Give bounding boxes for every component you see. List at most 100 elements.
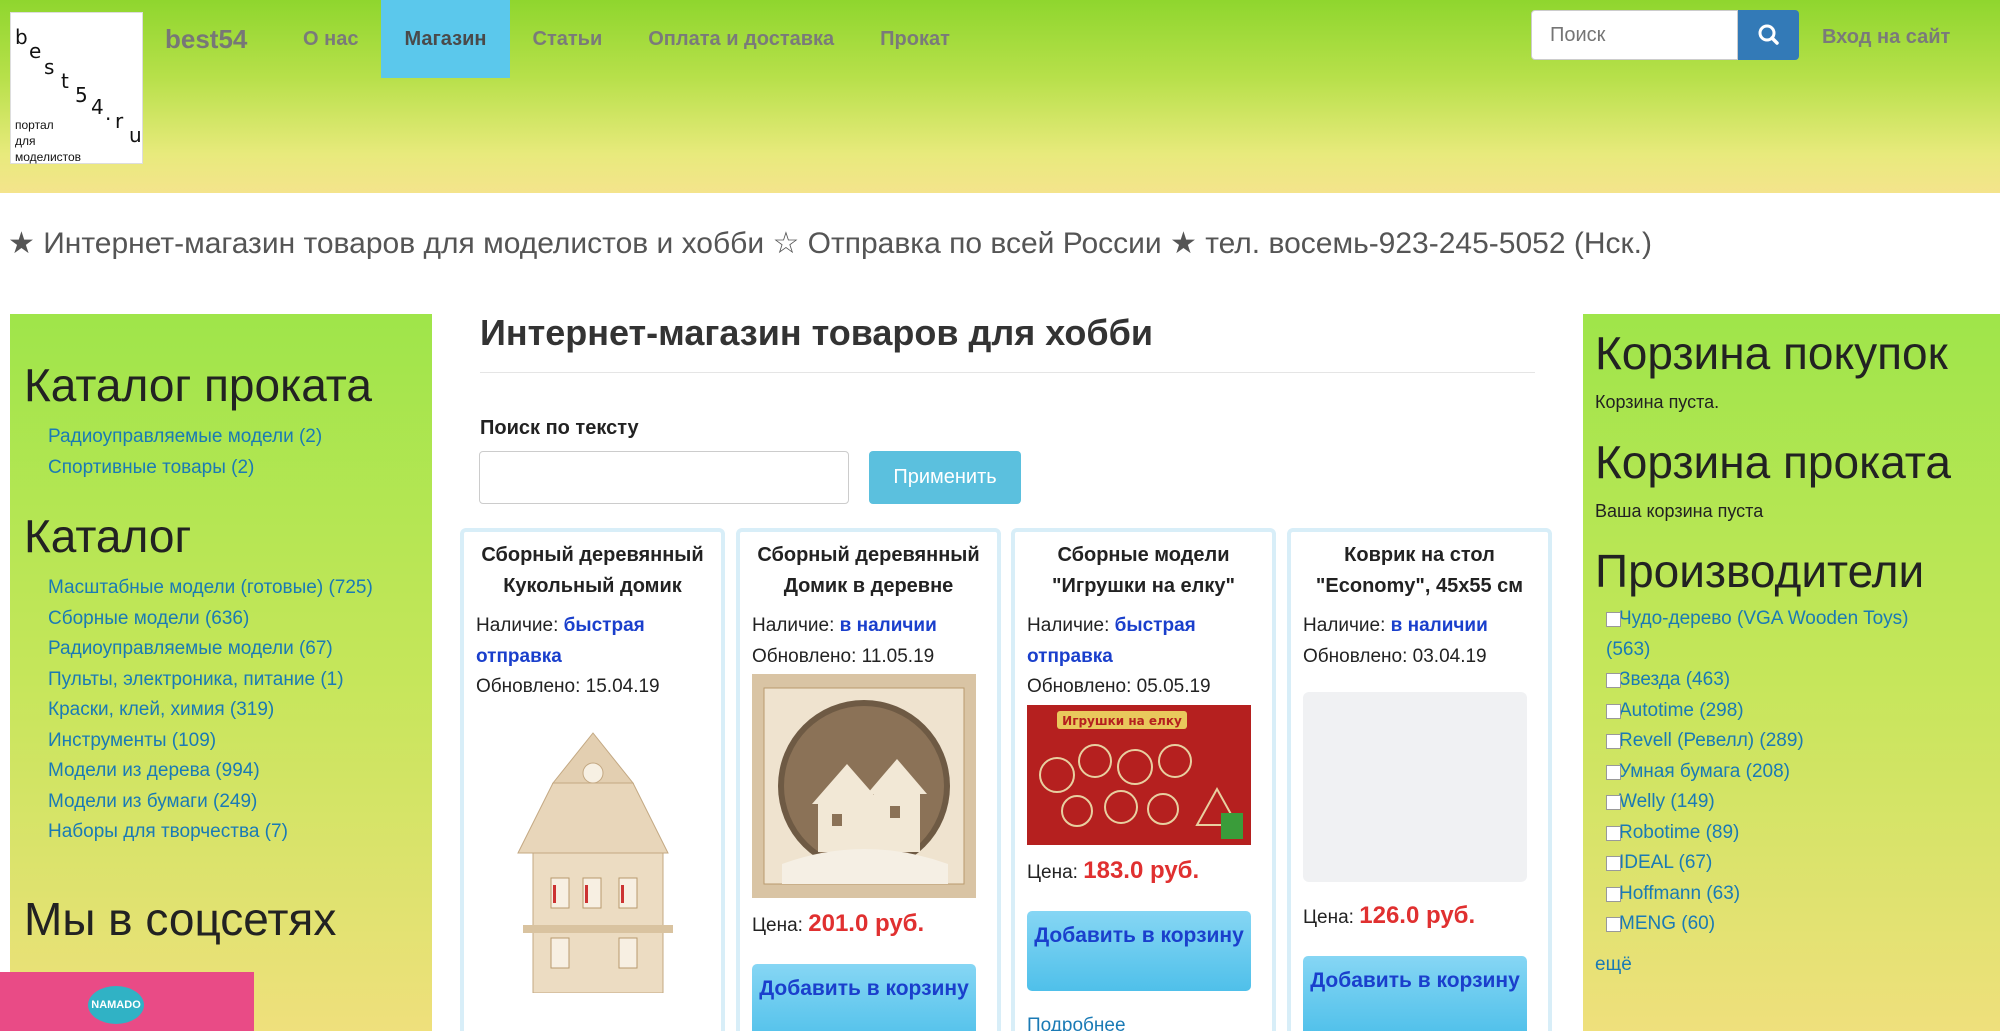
product-card: Сборные модели "Игрушки на елку" Наличие… bbox=[1011, 528, 1276, 1031]
product-image-tree-toys[interactable]: Игрушки на елку bbox=[1027, 704, 1251, 845]
nav-item-articles[interactable]: Статьи bbox=[510, 0, 626, 78]
manufacturer-item[interactable]: Чудо-дерево (VGA Wooden Toys) bbox=[1595, 604, 1988, 635]
brand-link[interactable]: best54 bbox=[165, 24, 247, 55]
product-title[interactable]: Коврик на стол "Economy", 45х55 см bbox=[1303, 540, 1536, 601]
rental-catalog-heading: Каталог проката bbox=[24, 359, 372, 411]
catalog-item[interactable]: Сборные модели (636) bbox=[24, 604, 418, 635]
price-value: 183.0 руб. bbox=[1083, 856, 1200, 884]
product-image-village-house[interactable] bbox=[752, 674, 976, 898]
logo-char: . bbox=[105, 101, 112, 125]
manufacturer-item[interactable]: IDEAL (67) bbox=[1595, 848, 1988, 879]
updated-line: Обновлено: 15.04.19 bbox=[476, 672, 709, 703]
manufacturers-heading: Производители bbox=[1595, 545, 1925, 597]
availability-label: Наличие: bbox=[1303, 615, 1386, 636]
price-label: Цена: bbox=[1027, 861, 1078, 883]
product-image-label: Игрушки на елку bbox=[1062, 714, 1182, 728]
catalog-list: Масштабные модели (готовые) (725) Сборны… bbox=[24, 573, 418, 848]
cart-heading: Корзина покупок bbox=[1595, 327, 1948, 379]
updated-line: Обновлено: 05.05.19 bbox=[1027, 672, 1260, 703]
search-input[interactable] bbox=[1531, 10, 1738, 60]
availability-label: Наличие: bbox=[1027, 615, 1110, 636]
manufacturer-checkbox[interactable] bbox=[1606, 673, 1621, 688]
text-search-label: Поиск по тексту bbox=[480, 417, 639, 439]
search-button[interactable] bbox=[1738, 10, 1799, 60]
search-icon bbox=[1758, 24, 1779, 45]
nav-item-rental[interactable]: Прокат bbox=[857, 0, 973, 78]
logo-char: r bbox=[115, 109, 124, 133]
product-title[interactable]: Сборный деревянный Кукольный домик bbox=[476, 540, 709, 601]
price-label: Цена: bbox=[1303, 907, 1354, 928]
catalog-item[interactable]: Модели из дерева (994) bbox=[24, 756, 418, 787]
logo-char: t bbox=[61, 69, 69, 93]
product-card: Коврик на стол "Economy", 45х55 см Налич… bbox=[1287, 528, 1552, 1031]
manufacturer-item[interactable]: Hoffmann (63) bbox=[1595, 879, 1988, 910]
catalog-item[interactable]: Краски, клей, химия (319) bbox=[24, 695, 418, 726]
catalog-item[interactable]: Пульты, электроника, питание (1) bbox=[24, 665, 418, 696]
manufacturer-item[interactable]: MENG (60) bbox=[1595, 909, 1988, 940]
price-value: 126.0 руб. bbox=[1359, 902, 1476, 929]
rental-cart-status: Ваша корзина пуста bbox=[1595, 501, 1764, 521]
manufacturer-checkbox[interactable] bbox=[1606, 795, 1621, 810]
apply-button[interactable]: Применить bbox=[869, 451, 1021, 504]
product-image-desk-mat[interactable] bbox=[1303, 692, 1527, 882]
manufacturer-checkbox[interactable] bbox=[1606, 856, 1621, 871]
add-to-cart-button[interactable]: Добавить в корзину bbox=[1027, 910, 1251, 991]
manufacturers-list: Чудо-дерево (VGA Wooden Toys) (563) Звез… bbox=[1595, 604, 1988, 940]
product-title[interactable]: Сборные модели "Игрушки на елку" bbox=[1027, 540, 1260, 601]
product-image-dollhouse[interactable] bbox=[482, 712, 703, 993]
nav-item-payment-delivery[interactable]: Оплата и доставка bbox=[625, 0, 857, 78]
availability-value: в наличии bbox=[1390, 615, 1488, 636]
details-link[interactable]: Подробнее bbox=[1027, 1015, 1260, 1031]
nav-item-shop[interactable]: Магазин bbox=[381, 0, 510, 78]
updated-date: 15.04.19 bbox=[585, 676, 660, 697]
left-sidebar: Каталог проката Радиоуправляемые модели … bbox=[10, 314, 432, 1031]
page-title: Интернет-магазин товаров для хобби bbox=[480, 312, 1153, 353]
add-to-cart-button[interactable]: Добавить в корзину bbox=[752, 964, 976, 1031]
site-logo[interactable]: b e s t 5 4 . r u портал для моделистов bbox=[10, 12, 143, 164]
manufacturer-checkbox[interactable] bbox=[1606, 734, 1621, 749]
price-value: 201.0 руб. bbox=[808, 910, 925, 937]
manufacturer-item[interactable]: Autotime (298) bbox=[1595, 696, 1988, 727]
text-search-input[interactable] bbox=[479, 451, 849, 504]
manufacturer-item[interactable]: Звезда (463) bbox=[1595, 665, 1988, 696]
updated-label: Обновлено: bbox=[476, 676, 581, 697]
updated-label: Обновлено: bbox=[1027, 676, 1132, 697]
logo-char: s bbox=[44, 55, 55, 79]
updated-date: 05.05.19 bbox=[1136, 676, 1211, 697]
login-link[interactable]: Вход на сайт bbox=[1822, 26, 1950, 49]
availability-line: Наличие: быстрая отправка bbox=[1027, 611, 1260, 672]
updated-label: Обновлено: bbox=[752, 645, 857, 667]
manufacturer-checkbox[interactable] bbox=[1606, 886, 1621, 902]
manufacturer-checkbox[interactable] bbox=[1606, 703, 1621, 719]
updated-label: Обновлено: bbox=[1303, 645, 1408, 667]
logo-text: для bbox=[15, 134, 36, 148]
manufacturer-checkbox[interactable] bbox=[1606, 825, 1621, 841]
catalog-item[interactable]: Масштабные модели (готовые) (725) bbox=[24, 573, 418, 604]
manufacturer-checkbox[interactable] bbox=[1606, 764, 1621, 780]
logo-char: b bbox=[15, 25, 28, 49]
social-heading: Мы в соцсетях bbox=[24, 892, 337, 945]
rental-catalog-item[interactable]: Радиоуправляемые модели (2) bbox=[24, 422, 418, 453]
manufacturer-item[interactable]: Robotime (89) bbox=[1595, 818, 1988, 849]
availability-line: Наличие: быстрая отправка bbox=[476, 611, 709, 672]
manufacturer-checkbox[interactable] bbox=[1606, 917, 1621, 932]
manufacturer-item[interactable]: Revell (Ревелл) (289) bbox=[1595, 726, 1988, 757]
availability-value: в наличии bbox=[839, 615, 937, 636]
rental-catalog-item[interactable]: Спортивные товары (2) bbox=[24, 453, 418, 484]
catalog-item[interactable]: Радиоуправляемые модели (67) bbox=[24, 634, 418, 665]
logo-text: моделистов bbox=[15, 150, 82, 164]
product-title[interactable]: Сборный деревянный Домик в деревне bbox=[752, 540, 985, 601]
nav-item-about[interactable]: О нас bbox=[280, 0, 381, 78]
manufacturer-item[interactable]: Умная бумага (208) bbox=[1595, 757, 1988, 788]
catalog-item[interactable]: Наборы для творчества (7) bbox=[24, 817, 418, 848]
manufacturer-item[interactable]: Welly (149) bbox=[1595, 787, 1988, 818]
namado-logo: NAMADO bbox=[88, 986, 144, 1024]
logo-char: 4 bbox=[91, 95, 104, 119]
logo-char: u bbox=[129, 123, 142, 147]
catalog-item[interactable]: Инструменты (109) bbox=[24, 726, 418, 757]
manufacturer-checkbox[interactable] bbox=[1606, 612, 1621, 627]
add-to-cart-button[interactable]: Добавить в корзину bbox=[1303, 956, 1527, 1031]
manufacturer-count: (563) bbox=[1606, 638, 1651, 660]
catalog-item[interactable]: Модели из бумаги (249) bbox=[24, 787, 418, 818]
more-manufacturers-link[interactable]: ещё bbox=[1595, 950, 1988, 981]
